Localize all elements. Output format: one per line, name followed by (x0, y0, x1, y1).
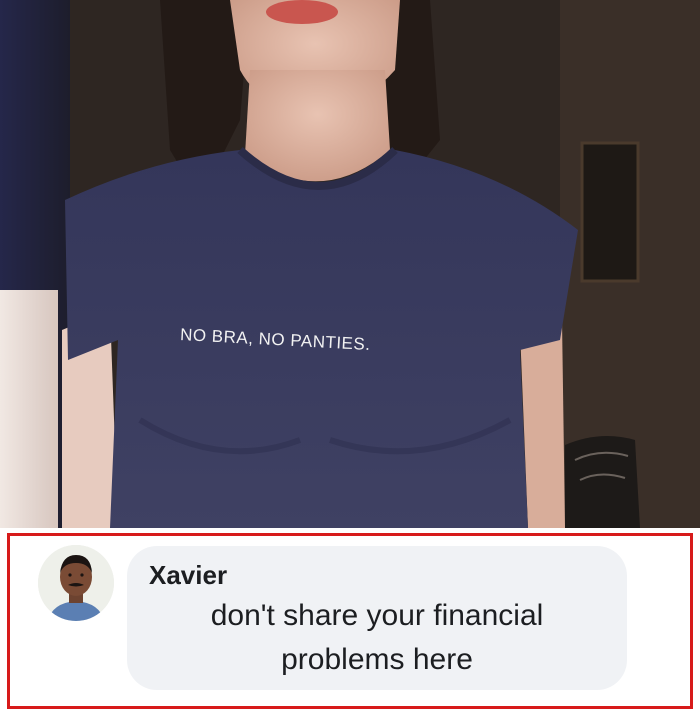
photo: NO BRA, NO PANTIES. (0, 0, 700, 528)
person-avatar-icon[interactable] (38, 545, 114, 621)
comment-author[interactable]: Xavier (149, 560, 227, 591)
comment-highlight-frame: Xavier don't share your financial proble… (7, 533, 693, 709)
comment-bubble: Xavier don't share your financial proble… (127, 546, 627, 690)
meme-page: NO BRA, NO PANTIES. Xavier don't share y… (0, 0, 700, 715)
comment-text: don't share your financial problems here (210, 599, 544, 676)
photo-illustration (0, 0, 700, 528)
